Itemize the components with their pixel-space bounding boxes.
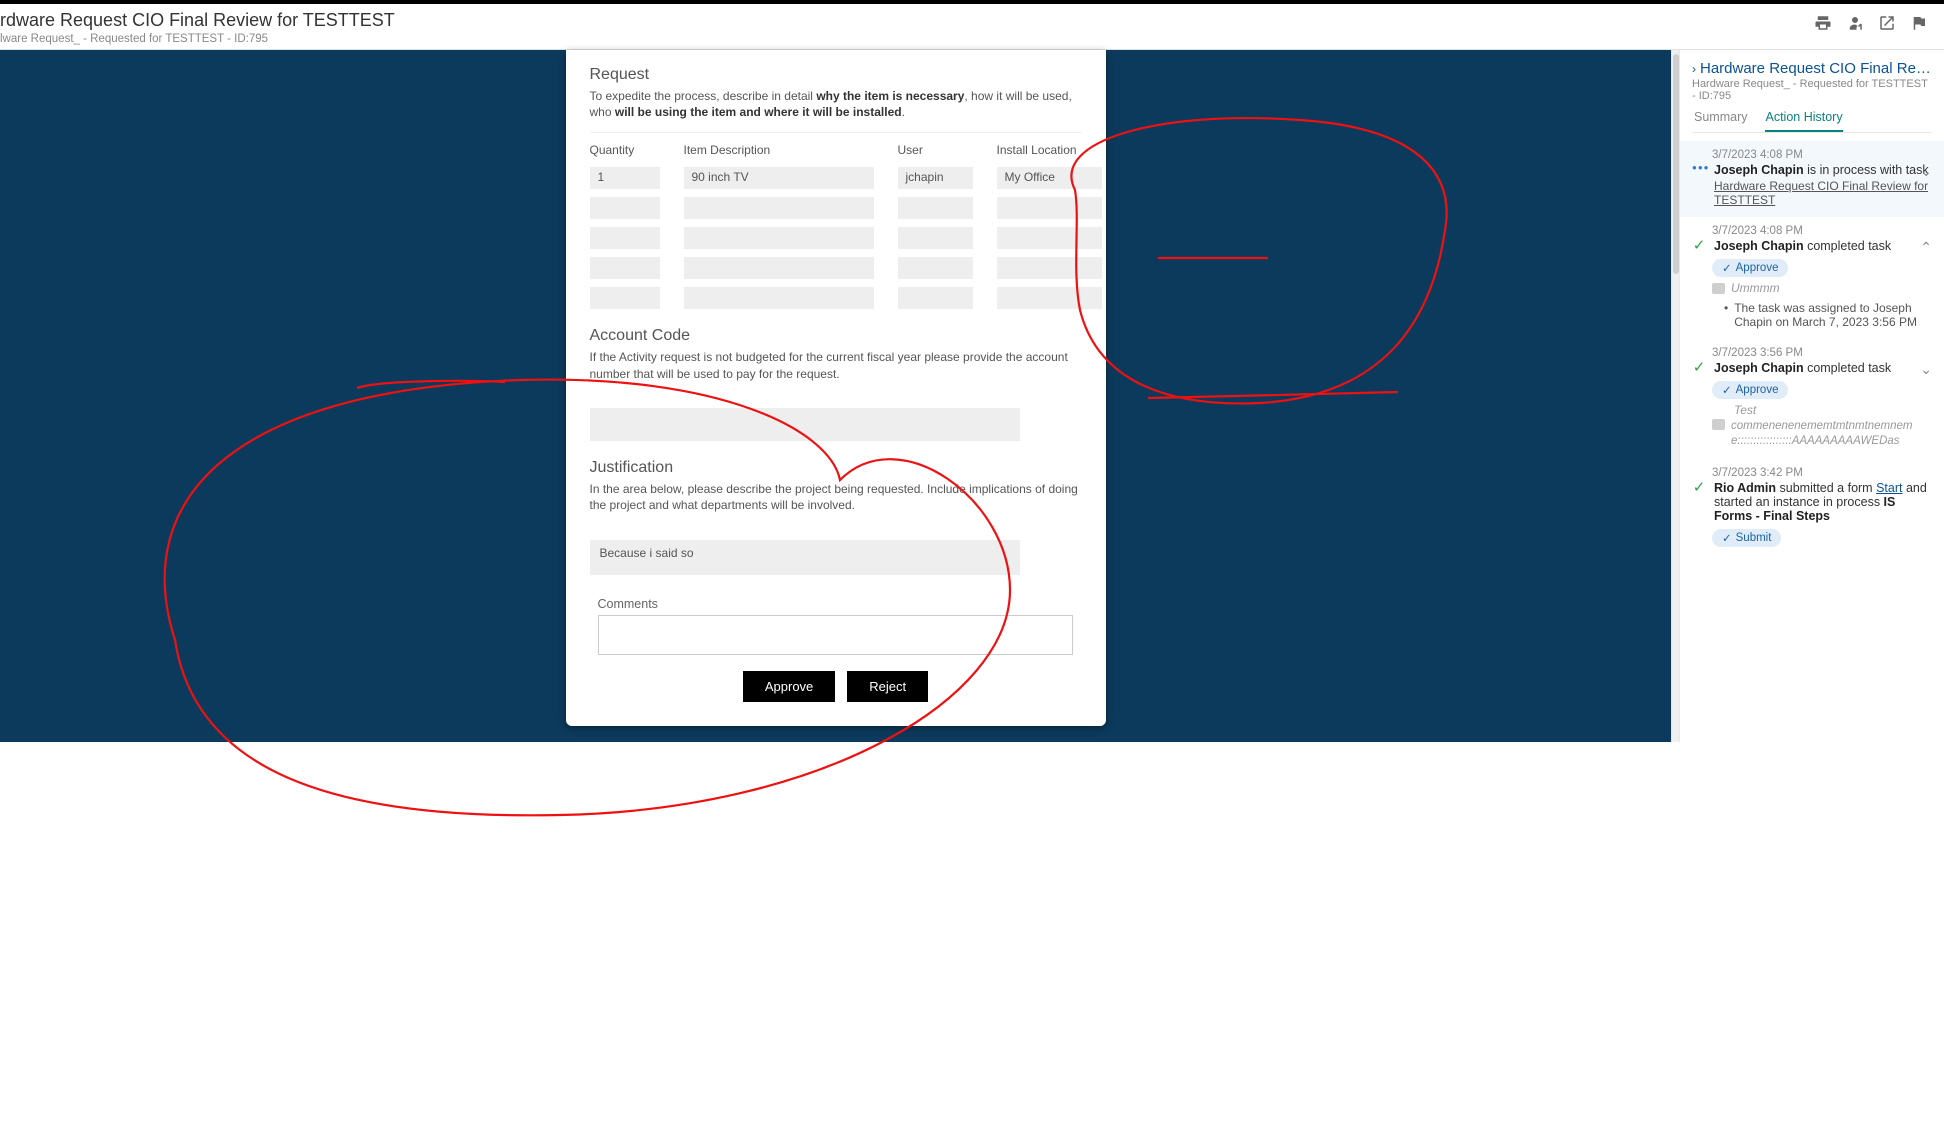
print-icon[interactable] [1814, 14, 1832, 35]
history-time: 3/7/2023 4:08 PM [1712, 149, 1932, 161]
chevron-up-icon[interactable]: ⌃ [1920, 239, 1932, 256]
history-time: 3/7/2023 4:08 PM [1712, 225, 1932, 237]
check-icon: ✓ [1692, 481, 1706, 495]
share-icon[interactable] [1846, 14, 1864, 35]
flag-icon[interactable] [1910, 14, 1928, 35]
comments-label: Comments [598, 597, 1082, 611]
history-text: Joseph Chapin is in process with task [1714, 163, 1932, 177]
section-justification-title: Justification [590, 459, 1082, 477]
right-panel: › Hardware Request CIO Final Review for T… [1679, 50, 1944, 742]
panel-subtitle: Hardware Request_ - Requested for TESTTE… [1692, 78, 1932, 102]
canvas: Request To expedite the process, describ… [0, 50, 1671, 742]
cell-empty [590, 197, 660, 219]
action-history-list: 3/7/2023 4:08 PM ●●● Joseph Chapin is in… [1680, 133, 1944, 557]
history-assignment: The task was assigned to Joseph Chapin o… [1724, 301, 1932, 329]
chevron-down-icon[interactable]: ⌄ [1920, 361, 1932, 378]
start-link[interactable]: Start [1876, 481, 1902, 495]
history-time: 3/7/2023 3:56 PM [1712, 347, 1932, 359]
cell-user: jchapin [898, 167, 973, 189]
cell-desc: 90 inch TV [684, 167, 874, 189]
history-text: Rio Admin submitted a form Start and sta… [1714, 481, 1932, 523]
request-table: Quantity Item Description User Install L… [590, 143, 1082, 309]
section-account-desc: If the Activity request is not budgeted … [590, 349, 1082, 381]
tab-summary[interactable]: Summary [1694, 110, 1747, 132]
col-user: User [898, 143, 973, 159]
justification-value: Because i said so [590, 540, 1020, 575]
section-request-desc: To expedite the process, describe in det… [590, 88, 1082, 120]
cell-qty: 1 [590, 167, 660, 189]
history-item[interactable]: 3/7/2023 4:08 PM ✓ Joseph Chapin complet… [1680, 217, 1944, 339]
check-icon: ✓ [1692, 361, 1706, 375]
history-time: 3/7/2023 3:42 PM [1712, 467, 1932, 479]
history-text: Joseph Chapin completed task [1714, 239, 1932, 253]
in-process-icon: ●●● [1692, 163, 1706, 172]
col-loc: Install Location [997, 143, 1102, 159]
panel-title: ›Hardware Request CIO Final Review for T… [1692, 60, 1932, 77]
tab-action-history[interactable]: Action History [1765, 110, 1842, 132]
status-pill: ✓Approve [1712, 259, 1788, 277]
panel-caret-icon[interactable]: › [1692, 62, 1696, 76]
history-comment: commenenenememtmtnmtnemneme:::::::::::::… [1712, 419, 1932, 449]
canvas-scrollbar[interactable] [1671, 50, 1679, 742]
page-subtitle: lware Request_ - Requested for TESTTEST … [0, 33, 395, 45]
chevron-down-icon[interactable]: ⌄ [1920, 163, 1932, 180]
history-task-link[interactable]: Hardware Request CIO Final Review for TE… [1714, 179, 1932, 207]
history-comment: Ummmm [1712, 281, 1932, 295]
cell-loc: My Office [997, 167, 1102, 189]
comment-icon [1712, 419, 1725, 430]
history-text: Joseph Chapin completed task [1714, 361, 1932, 375]
comments-input[interactable] [598, 615, 1073, 655]
history-test-label: Test [1734, 403, 1932, 417]
history-item[interactable]: 3/7/2023 3:56 PM ✓ Joseph Chapin complet… [1680, 339, 1944, 459]
history-item[interactable]: 3/7/2023 4:08 PM ●●● Joseph Chapin is in… [1680, 141, 1944, 217]
page-header: rdware Request CIO Final Review for TEST… [0, 4, 1944, 50]
status-pill: ✓Submit [1712, 529, 1781, 547]
section-justification-desc: In the area below, please describe the p… [590, 481, 1082, 513]
history-item[interactable]: 3/7/2023 3:42 PM ✓ Rio Admin submitted a… [1680, 459, 1944, 557]
open-new-icon[interactable] [1878, 14, 1896, 35]
col-desc: Item Description [684, 143, 874, 159]
status-pill: ✓Approve [1712, 381, 1788, 399]
section-request-title: Request [590, 66, 1082, 84]
approve-button[interactable]: Approve [743, 671, 835, 702]
account-code-field [590, 408, 1020, 441]
section-account-title: Account Code [590, 327, 1082, 345]
comment-icon [1712, 283, 1725, 294]
check-icon: ✓ [1692, 239, 1706, 253]
form-card: Request To expedite the process, describ… [566, 50, 1106, 726]
reject-button[interactable]: Reject [847, 671, 928, 702]
col-qty: Quantity [590, 143, 660, 159]
page-title: rdware Request CIO Final Review for TEST… [0, 10, 395, 32]
